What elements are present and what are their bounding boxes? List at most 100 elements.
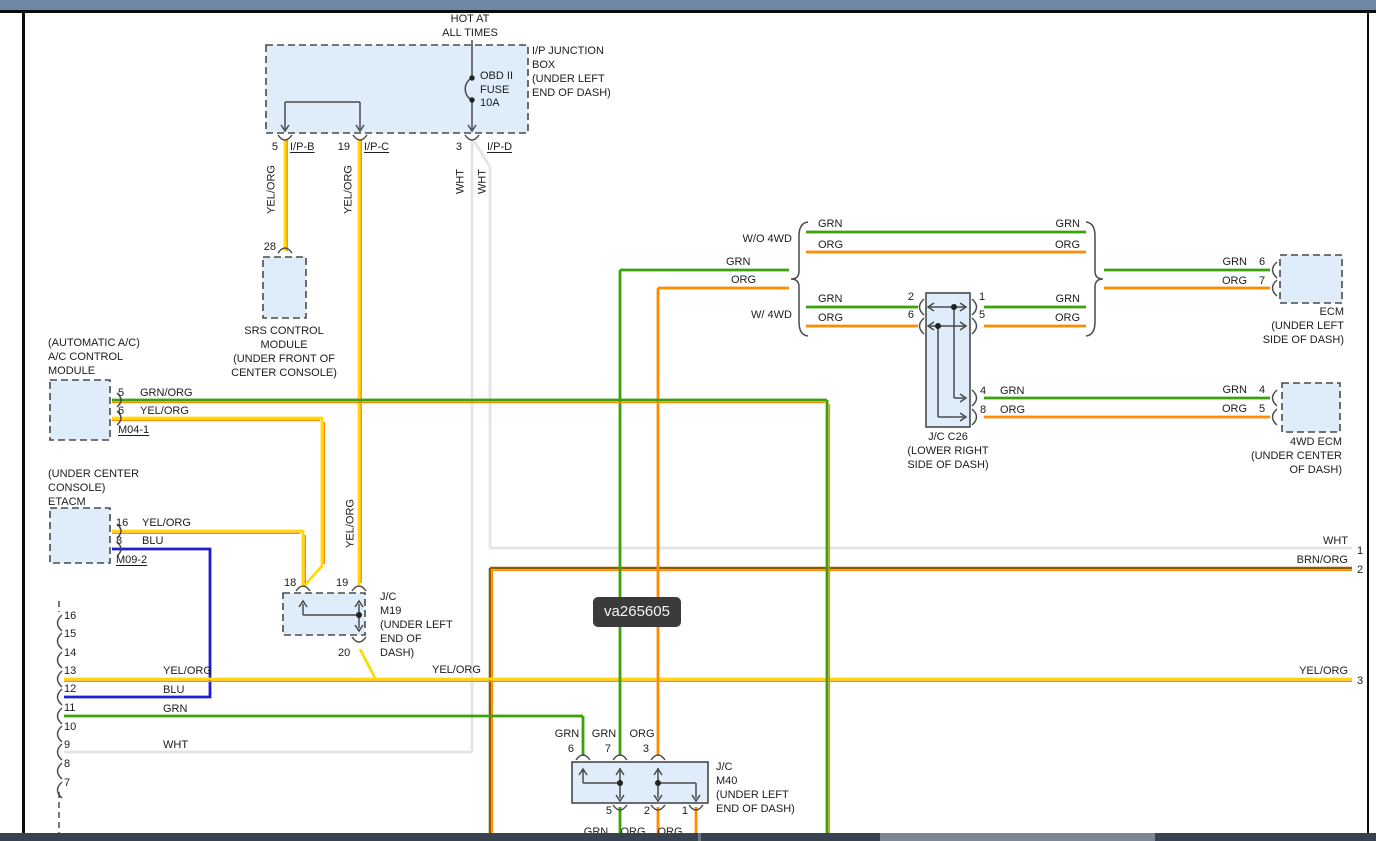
main-org-label: ORG — [731, 274, 756, 287]
wo-grn-left: GRN — [818, 218, 842, 231]
srs-name-1: SRS CONTROL — [204, 325, 364, 338]
srs-name-4: CENTER CONSOLE) — [204, 367, 364, 380]
m40-name-1: J/C — [716, 761, 733, 774]
c26-pin-4: 4 — [980, 385, 986, 398]
ecm-org-label: ORG — [1207, 275, 1247, 288]
m40-grn-6-label: GRN — [550, 728, 584, 741]
conn-pin-15: 15 — [64, 628, 76, 641]
etacm-name-2: CONSOLE) — [48, 482, 105, 495]
m19-name-4: END OF — [380, 633, 422, 646]
ac-connector-id: M04-1 — [118, 424, 149, 437]
ecm-name-2: (UNDER LEFT — [1194, 320, 1344, 333]
srs-control-module-box — [263, 257, 306, 318]
m40-name-2: M40 — [716, 775, 737, 788]
m19-pin-18: 18 — [284, 577, 296, 590]
c26-name-3: SIDE OF DASH) — [878, 459, 1018, 472]
conn-pin-11: 11 — [64, 702, 75, 715]
m40-pin-3: 3 — [637, 743, 649, 756]
ac-pin-6: 6 — [118, 405, 124, 418]
fuse-label-2: FUSE — [480, 84, 509, 97]
conn-pin-8: 8 — [64, 758, 70, 771]
net-3: 3 — [1357, 675, 1363, 688]
conn-pin-9: 9 — [64, 739, 70, 752]
ecm4-pin-4: 4 — [1259, 384, 1265, 397]
ecm-name-3: SIDE OF DASH) — [1194, 334, 1344, 347]
w4-grn-left: GRN — [818, 293, 842, 306]
c26-pin-5: 5 — [979, 309, 985, 322]
ipjb-name-2: BOX — [532, 59, 555, 72]
m40-org-3-label: ORG — [625, 728, 659, 741]
ecm-pin-7: 7 — [1259, 275, 1265, 288]
etacm-box — [50, 508, 110, 563]
wo-grn-right: GRN — [1040, 218, 1080, 231]
etacm-pin-8: 8 — [116, 535, 122, 548]
wiring-diagram-canvas — [0, 0, 1376, 841]
wire-blu-pin12: BLU — [163, 684, 184, 697]
wire-yelorg-pin13: YEL/ORG — [163, 665, 212, 678]
ipjb-name-4: END OF DASH) — [532, 87, 611, 100]
ac-pin-5: 5 — [118, 387, 124, 400]
m19-name-1: J/C — [380, 591, 397, 604]
horizontal-scrollbar-track[interactable] — [0, 833, 1376, 841]
c26-pin-1: 1 — [979, 291, 985, 304]
wire-yelorg-m19out: YEL/ORG — [432, 664, 481, 677]
ipjb-name-3: (UNDER LEFT — [532, 73, 605, 86]
ipjb-name-1: I/P JUNCTION — [532, 45, 604, 58]
ecm-pin-6: 6 — [1259, 256, 1265, 269]
ecm4-name-2: (UNDER CENTER — [1192, 450, 1342, 463]
net2-brnorg-label: BRN/ORG — [1248, 554, 1348, 567]
etacm-name-1: (UNDER CENTER — [48, 468, 139, 481]
c26-pin-6: 6 — [900, 309, 914, 322]
srs-name-3: (UNDER FRONT OF — [204, 353, 364, 366]
horizontal-scrollbar-thumb[interactable] — [880, 833, 1155, 841]
wo-org-right: ORG — [1040, 239, 1080, 252]
ecm-name-1: ECM — [1194, 306, 1344, 319]
jc-c26-box — [926, 293, 970, 427]
wo-4wd-label: W/O 4WD — [722, 233, 792, 246]
yellow-wire-stripes — [64, 140, 1352, 681]
c26-name-1: J/C C26 — [878, 431, 1018, 444]
net-1: 1 — [1357, 545, 1363, 558]
scrollbar-seam — [698, 833, 701, 841]
m19-pin-19: 19 — [336, 577, 348, 590]
etacm-pin-16: 16 — [116, 517, 128, 530]
wire-wht-2: WHT — [477, 152, 490, 212]
w4-org-right: ORG — [1040, 312, 1080, 325]
4wd-ecm-box — [1282, 383, 1340, 432]
internal-bus-symbols — [58, 40, 1278, 810]
ecm-box — [1280, 255, 1342, 303]
c26-pin-8: 8 — [980, 404, 986, 417]
circuit-ip-d: I/P-D — [487, 141, 512, 154]
component-boxes — [50, 45, 1342, 803]
w4-org-left: ORG — [818, 312, 843, 325]
yellow-wires — [64, 140, 1352, 679]
etacm-name-3: ETACM — [48, 496, 86, 509]
wire-wht-pin9: WHT — [163, 739, 188, 752]
net-2: 2 — [1357, 564, 1363, 577]
white-wires — [64, 140, 1352, 752]
ac-name-1: (AUTOMATIC A/C) — [48, 337, 140, 350]
wiring-diagram-page: HOT AT ALL TIMES I/P JUNCTION BOX (UNDER… — [0, 0, 1376, 841]
m40-grn-7-label: GRN — [587, 728, 621, 741]
window-top-bar — [0, 0, 1376, 10]
wire-yelorg-long: YEL/ORG — [345, 494, 358, 554]
all-times-label: ALL TIMES — [430, 27, 510, 40]
pin-5: 5 — [262, 141, 278, 154]
w4-grn-right: GRN — [1040, 293, 1080, 306]
circuit-ip-b: I/P-B — [290, 141, 314, 154]
conn-pin-13: 13 — [64, 665, 76, 678]
fuse-label-3: 10A — [480, 97, 500, 110]
wire-yelorg-ac: YEL/ORG — [140, 405, 189, 418]
ecm4-pin-5: 5 — [1259, 403, 1265, 416]
ecm4-name-3: OF DASH) — [1192, 464, 1342, 477]
wire-wht-1: WHT — [455, 152, 468, 212]
conn-pin-12: 12 — [64, 683, 76, 696]
fuse-label-1: OBD II — [480, 70, 513, 83]
ac-name-3: MODULE — [48, 365, 95, 378]
m19-pin-20: 20 — [338, 647, 350, 660]
net3-yelorg-label: YEL/ORG — [1248, 665, 1348, 678]
page-top-border — [0, 10, 1376, 13]
conn-pin-14: 14 — [64, 647, 76, 660]
conn-pin-16: 16 — [64, 610, 76, 623]
jc-m19-box — [283, 593, 365, 635]
